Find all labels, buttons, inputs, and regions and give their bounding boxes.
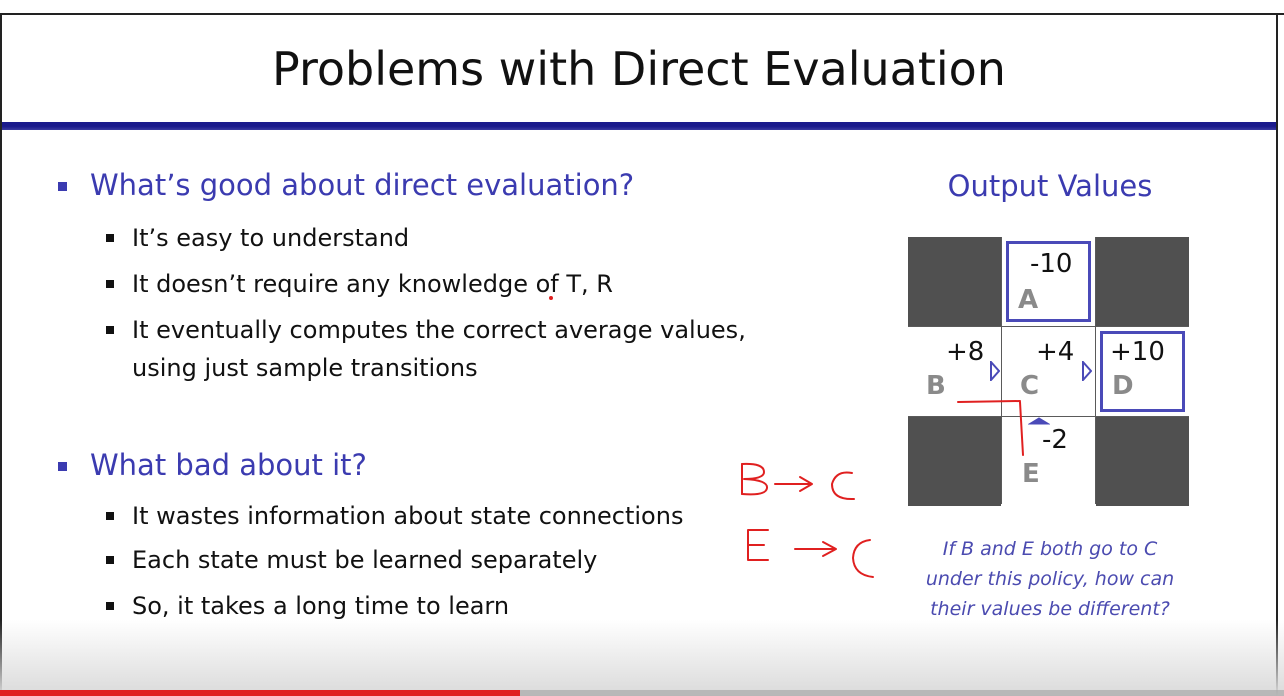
- video-footer-gradient: [0, 620, 1284, 696]
- video-progress-fill[interactable]: [0, 690, 521, 696]
- handwritten-annotations: [549, 296, 1024, 578]
